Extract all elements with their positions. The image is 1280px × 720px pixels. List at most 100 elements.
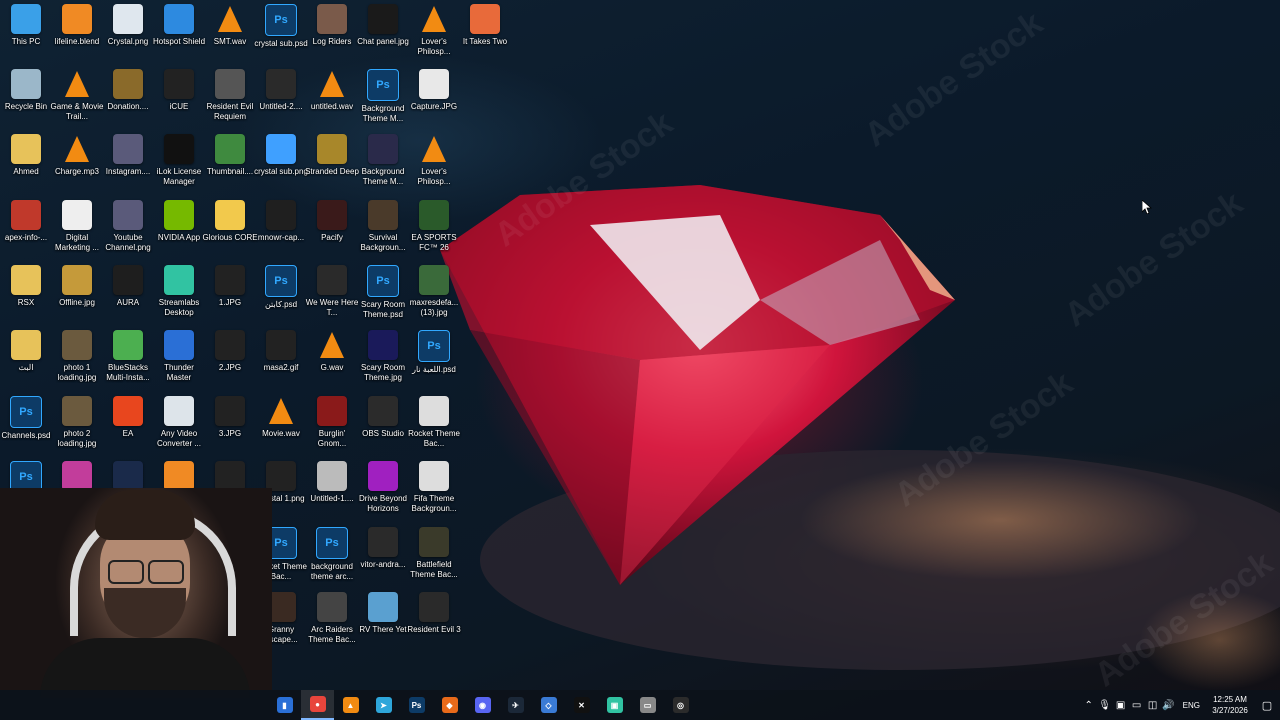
desktop-icon[interactable]: Untitled-1.... <box>308 461 356 523</box>
desktop-icon[interactable]: Fifa Theme Backgroun... <box>410 461 458 523</box>
desktop-icon[interactable]: Ps crystal sub.psd <box>254 4 308 66</box>
microphone-icon[interactable]: 🎙 <box>1097 690 1113 720</box>
desktop-icon[interactable]: RSX <box>2 265 50 327</box>
taskbar-task-view-button[interactable]: ▮ <box>268 690 301 720</box>
clock[interactable]: 12:25 AM 3/27/2026 <box>1206 694 1254 716</box>
desktop-icon[interactable]: Log Riders <box>308 4 356 66</box>
desktop-icon[interactable]: untitled.wav <box>308 69 356 131</box>
desktop-icon[interactable]: Burglin' Gnom... <box>308 396 356 458</box>
desktop-icon[interactable]: maxresdefa... (13).jpg <box>410 265 458 327</box>
taskbar-file-explorer-button[interactable]: ▭ <box>631 690 664 720</box>
desktop-icon[interactable]: Survival Backgroun... <box>359 200 407 262</box>
desktop-icon[interactable]: Resident Evil 3 <box>407 592 461 654</box>
desktop-icon[interactable]: 3.JPG <box>206 396 254 458</box>
display-icon[interactable]: ▭ <box>1129 690 1145 720</box>
desktop-icon[interactable]: vitor-andra... <box>359 527 407 589</box>
desktop-icon[interactable]: BlueStacks Multi-Insta... <box>104 330 152 392</box>
desktop-icon-label: lifeline.blend <box>54 37 100 46</box>
desktop-icon[interactable]: lifeline.blend <box>53 4 101 66</box>
desktop-icon[interactable]: crystal sub.png <box>254 134 308 196</box>
desktop-icon[interactable]: This PC <box>2 4 50 66</box>
desktop-icon[interactable]: Game & Movie Trail... <box>51 69 103 131</box>
desktop-icon[interactable]: AURA <box>104 265 152 327</box>
taskbar-streamlabs-button[interactable]: ▣ <box>598 690 631 720</box>
desktop-icon[interactable]: SMT.wav <box>206 4 254 66</box>
notification-icon[interactable]: ▢ <box>1254 690 1280 720</box>
desktop-icon-label: 2.JPG <box>218 363 242 372</box>
desktop-icon[interactable]: iLok License Manager <box>155 134 203 196</box>
desktop-icon[interactable]: Background Theme M... <box>359 134 407 196</box>
taskbar-firefox-shield-button[interactable]: ◆ <box>433 690 466 720</box>
desktop-icon[interactable]: Untitled-2.... <box>257 69 305 131</box>
screen-icon[interactable]: ▣ <box>1113 690 1129 720</box>
desktop-icon[interactable]: Streamlabs Desktop <box>155 265 203 327</box>
desktop-icon[interactable]: Chat panel.jpg <box>357 4 409 66</box>
desktop-icon[interactable]: Youtube Channel.png <box>104 200 152 262</box>
desktop-icon[interactable]: Ps كابتن.psd <box>257 265 305 327</box>
taskbar-steam-button[interactable]: ✈ <box>499 690 532 720</box>
desktop-icon[interactable]: mnowr-cap... <box>257 200 305 262</box>
desktop-icon[interactable]: Rocket Theme Bac... <box>408 396 460 458</box>
desktop-icon[interactable]: Lover's Philosp... <box>410 134 458 196</box>
desktop-icon[interactable]: Charge.mp3 <box>53 134 101 196</box>
desktop-icon[interactable]: Movie.wav <box>257 396 305 458</box>
taskbar-telegram-button[interactable]: ➤ <box>367 690 400 720</box>
desktop-icon[interactable]: Thumbnail.... <box>206 134 254 196</box>
taskbar-discord-button[interactable]: ◉ <box>466 690 499 720</box>
desktop-icon[interactable]: Thunder Master <box>155 330 203 392</box>
desktop-icon[interactable]: Stranded Deep <box>305 134 359 196</box>
desktop-icon[interactable]: Battlefield Theme Bac... <box>410 527 458 589</box>
desktop-icon[interactable]: Ahmed <box>2 134 50 196</box>
desktop-icon[interactable]: photo 2 loading.jpg <box>53 396 101 458</box>
desktop-icon[interactable]: OBS Studio <box>359 396 407 458</box>
desktop-icon[interactable]: Scary Room Theme.jpg <box>359 330 407 392</box>
desktop-icon[interactable]: Drive Beyond Horizons <box>359 461 407 523</box>
desktop-icon[interactable]: البث <box>2 330 50 392</box>
desktop-icon[interactable]: Ps اللعبة نار.psd <box>410 330 458 392</box>
file-explorer-icon: ▭ <box>639 697 656 713</box>
language-indicator[interactable]: ENG <box>1183 701 1200 710</box>
taskbar-vscode-like-button[interactable]: ◇ <box>532 690 565 720</box>
desktop-icon[interactable]: Ps background theme arc... <box>308 527 356 589</box>
desktop-icon[interactable]: Capture.JPG <box>410 69 458 131</box>
desktop-icon[interactable]: Ps Channels.psd <box>2 396 50 458</box>
desktop-icon[interactable]: Instagram.... <box>104 134 152 196</box>
desktop-icon[interactable]: RV There Yet <box>359 592 407 654</box>
taskbar-photoshop-button[interactable]: Ps <box>400 690 433 720</box>
desktop-icon[interactable]: Digital Marketing ... <box>53 200 101 262</box>
desktop-icon[interactable]: Any Video Converter ... <box>155 396 203 458</box>
desktop-icon[interactable]: We Were Here T... <box>306 265 358 327</box>
desktop-icon[interactable]: NVIDIA App <box>155 200 203 262</box>
chevron-up-icon[interactable]: ⌃ <box>1081 690 1097 720</box>
desktop-icon[interactable]: EA SPORTS FC™ 26 <box>410 200 458 262</box>
desktop-icon[interactable]: 2.JPG <box>206 330 254 392</box>
desktop-icon[interactable]: Hotspot Shield <box>153 4 205 66</box>
desktop-icon[interactable]: apex-info-... <box>2 200 50 262</box>
desktop-icon[interactable]: 1.JPG <box>206 265 254 327</box>
desktop-icon[interactable]: Ps Background Theme M... <box>359 69 407 131</box>
desktop-icon[interactable]: Resident Evil Requiem <box>206 69 254 131</box>
network-icon[interactable]: ◫ <box>1145 690 1161 720</box>
desktop-icon[interactable]: Arc Raiders Theme Bac... <box>308 592 356 654</box>
volume-icon[interactable]: 🔊 <box>1161 690 1177 720</box>
desktop[interactable]: Adobe Stock Adobe Stock Adobe Stock Adob… <box>0 0 1280 698</box>
taskbar-obs-button[interactable]: ◎ <box>664 690 697 720</box>
desktop-icon[interactable]: Crystal.png <box>104 4 152 66</box>
desktop-icon[interactable]: It Takes Two <box>461 4 509 66</box>
desktop-icon[interactable]: Glorious CORE <box>202 200 258 262</box>
desktop-icon[interactable]: Lover's Philosp... <box>410 4 458 66</box>
desktop-icon[interactable]: G.wav <box>308 330 356 392</box>
desktop-icon[interactable]: Donation.... <box>104 69 152 131</box>
desktop-icon[interactable]: EA <box>104 396 152 458</box>
taskbar-capcut-button[interactable]: ✕ <box>565 690 598 720</box>
desktop-icon[interactable]: Ps Scary Room Theme.psd <box>359 265 407 327</box>
desktop-icon[interactable]: Offline.jpg <box>53 265 101 327</box>
taskbar-vlc-button[interactable]: ▲ <box>334 690 367 720</box>
desktop-icon[interactable]: masa2.gif <box>257 330 305 392</box>
desktop-icon[interactable]: Recycle Bin <box>2 69 50 131</box>
desktop-icon[interactable]: iCUE <box>155 69 203 131</box>
converter-icon <box>164 396 194 426</box>
desktop-icon[interactable]: Pacify <box>308 200 356 262</box>
taskbar-chrome-button[interactable]: ● <box>301 690 334 720</box>
desktop-icon[interactable]: photo 1 loading.jpg <box>53 330 101 392</box>
